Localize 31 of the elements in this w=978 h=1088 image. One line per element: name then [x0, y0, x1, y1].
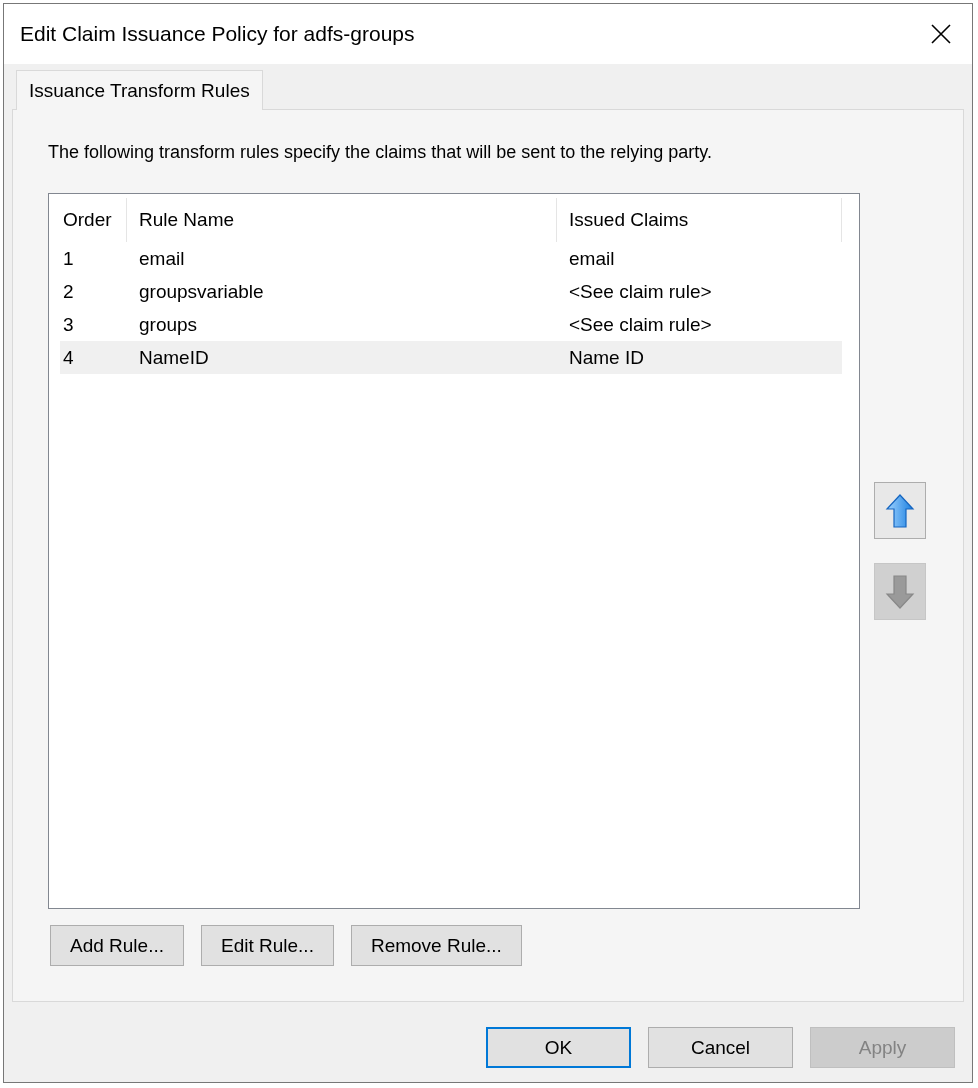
tab[interactable]: Issuance Transform Rules	[16, 70, 263, 110]
rule-button[interactable]: Add Rule...	[50, 925, 184, 966]
table-cell-text: <See claim rule>	[568, 313, 713, 336]
table-cell-text: Name ID	[568, 346, 645, 369]
table-cell-text: email	[138, 247, 186, 270]
table-cell-text: 2	[62, 280, 75, 303]
table-cell-text: 1	[62, 247, 75, 270]
column-header[interactable]: Issued Claims	[557, 198, 842, 242]
column-header[interactable]: Order	[60, 198, 127, 242]
table-row[interactable]: 2 groupsvariable <See claim rule>	[60, 275, 842, 308]
description-text: The following transform rules specify the claims that will be sent to the relying party.	[48, 142, 713, 163]
table-cell-text: groups	[138, 313, 199, 336]
table-cell-text: NameID	[138, 346, 210, 369]
dialog-button[interactable]: OK	[486, 1027, 631, 1068]
table-row[interactable]: 3 groups <See claim rule>	[60, 308, 842, 341]
window-title: Edit Claim Issuance Policy for adfs-groups	[20, 22, 415, 46]
column-header[interactable]: Rule Name	[127, 198, 557, 242]
table-row[interactable]: 1 email email	[60, 242, 842, 275]
table-cell-text: email	[568, 247, 616, 270]
up-arrow-icon	[885, 492, 915, 529]
table-row[interactable]: 4 NameID Name ID	[60, 341, 842, 374]
table-cell-text: <See claim rule>	[568, 280, 713, 303]
move-up-button[interactable]	[874, 482, 926, 539]
dialog-button[interactable]: Cancel	[648, 1027, 793, 1068]
table-cell-text: 4	[62, 346, 75, 369]
rule-button[interactable]: Remove Rule...	[350, 925, 522, 966]
rule-button[interactable]: Edit Rule...	[201, 925, 334, 966]
down-arrow-icon	[885, 573, 915, 610]
table-cell-text: 3	[62, 313, 75, 336]
table-cell-text: groupsvariable	[138, 280, 265, 303]
close-icon	[930, 23, 952, 45]
